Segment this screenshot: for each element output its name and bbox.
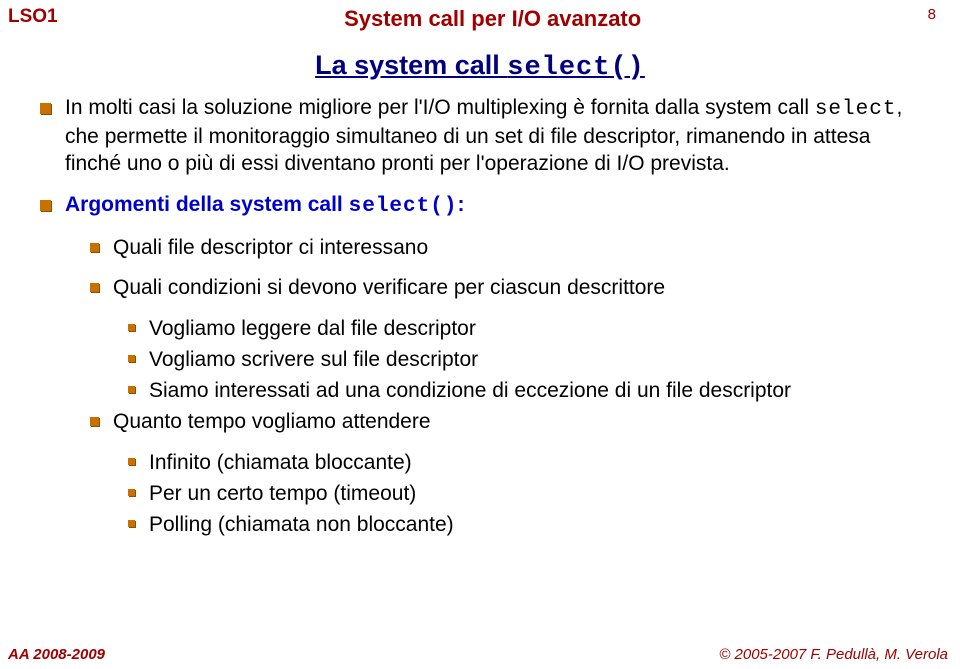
slide-content: In molti casi la soluzione migliore per …: [0, 83, 960, 538]
section-heading: Argomenti della system call select():: [65, 193, 464, 216]
list-item-text: Vogliamo leggere dal file descriptor: [149, 316, 476, 343]
bullet-icon: [40, 103, 51, 114]
list-item-text: Quanto tempo vogliamo attendere: [113, 409, 431, 436]
bullet-icon: [40, 200, 51, 211]
slide-header: LSO1 System call per I/O avanzato 8: [0, 0, 960, 32]
list-item: Quanto tempo vogliamo attendere: [90, 409, 920, 436]
course-code: LSO1: [8, 6, 58, 28]
body-text: In molti casi la soluzione migliore per …: [65, 96, 815, 119]
sub-sub-list: Vogliamo leggere dal file descriptor Vogl…: [128, 316, 920, 405]
page-number: 8: [928, 6, 936, 23]
slide-footer: AA 2008-2009 © 2005-2007 F. Pedullà, M. …: [8, 646, 948, 663]
list-item: Polling (chiamata non bloccante): [128, 512, 920, 539]
list-item: Siamo interessati ad una condizione di e…: [128, 378, 920, 405]
list-item-text: Polling (chiamata non bloccante): [149, 512, 454, 539]
bullet-icon: [128, 355, 135, 362]
bullet-icon: [128, 458, 135, 465]
list-item: Vogliamo scrivere sul file descriptor: [128, 347, 920, 374]
title-prefix: La system call: [315, 50, 507, 80]
list-item: Infinito (chiamata bloccante): [128, 450, 920, 477]
list-item-text: Quali condizioni si devono verificare pe…: [113, 275, 665, 302]
bullet-icon: [128, 520, 135, 527]
academic-year: AA 2008-2009: [8, 646, 105, 663]
sub-sub-list: Infinito (chiamata bloccante) Per un cert…: [128, 450, 920, 539]
bullet-icon: [90, 243, 99, 252]
list-item-text: In molti casi la soluzione migliore per …: [65, 95, 920, 178]
list-item-text: Infinito (chiamata bloccante): [149, 450, 412, 477]
list-item-text: Vogliamo scrivere sul file descriptor: [149, 347, 478, 374]
list-item: Argomenti della system call select():: [40, 192, 920, 221]
sub-list: Quali file descriptor ci interessano Qual…: [90, 235, 920, 539]
list-item-text: Quali file descriptor ci interessano: [113, 235, 428, 262]
list-item: Quali file descriptor ci interessano: [90, 235, 920, 262]
code-text: select: [815, 98, 897, 121]
list-item: In molti casi la soluzione migliore per …: [40, 95, 920, 178]
body-text: :: [457, 193, 464, 216]
list-item-text: Siamo interessati ad una condizione di e…: [149, 378, 791, 405]
copyright: © 2005-2007 F. Pedullà, M. Verola: [719, 646, 948, 663]
header-topic: System call per I/O avanzato: [344, 6, 641, 32]
body-text: Argomenti della system call: [65, 193, 349, 216]
bullet-icon: [128, 489, 135, 496]
slide-title: La system call select(): [0, 50, 960, 83]
bullet-icon: [128, 324, 135, 331]
list-item-text: Per un certo tempo (timeout): [149, 481, 416, 508]
bullet-icon: [90, 283, 99, 292]
list-item-text: Argomenti della system call select():: [65, 192, 464, 221]
list-item: Vogliamo leggere dal file descriptor: [128, 316, 920, 343]
title-code: select(): [507, 53, 645, 83]
list-item: Per un certo tempo (timeout): [128, 481, 920, 508]
bullet-icon: [90, 417, 99, 426]
bullet-icon: [128, 386, 135, 393]
list-item: Quali condizioni si devono verificare pe…: [90, 275, 920, 302]
code-text: select(): [349, 195, 458, 218]
